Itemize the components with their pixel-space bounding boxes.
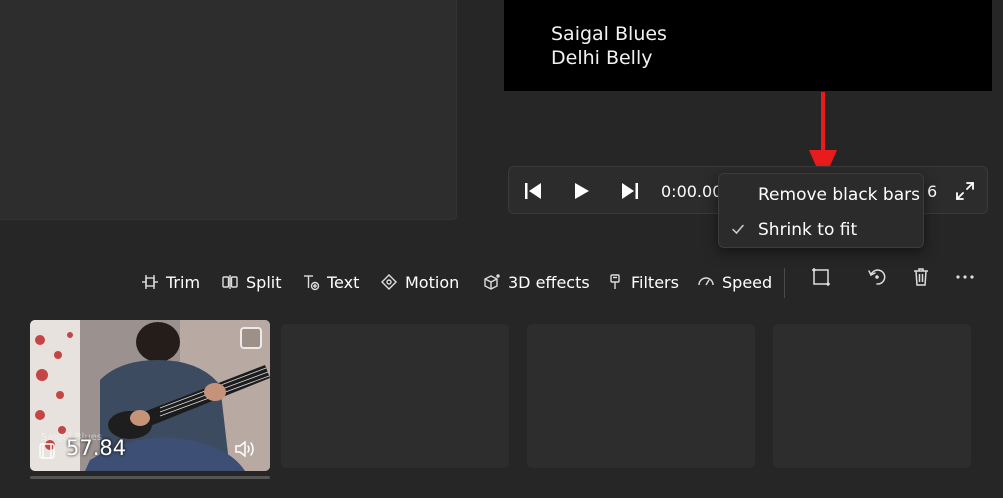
rotate-icon[interactable] xyxy=(866,266,888,288)
text-icon xyxy=(304,275,320,291)
motion-label: Motion xyxy=(405,272,460,292)
video-preview: Saigal Blues Delhi Belly xyxy=(504,0,992,91)
speed-label: Speed xyxy=(722,272,773,292)
3d-effects-label: 3D effects xyxy=(508,272,590,292)
trim-icon xyxy=(142,275,158,289)
end-time: 6 xyxy=(927,182,938,201)
skip-back-icon[interactable] xyxy=(521,179,545,203)
menu-item-remove-black-bars[interactable]: Remove black bars xyxy=(719,177,925,211)
filters-label: Filters xyxy=(631,272,679,292)
preview-title-text: Saigal Blues xyxy=(551,23,667,45)
empty-storyboard-slot[interactable] xyxy=(527,324,755,468)
skip-forward-icon[interactable] xyxy=(618,179,642,203)
split-button[interactable]: Split xyxy=(221,270,281,294)
filters-icon xyxy=(610,274,620,289)
fullscreen-icon[interactable] xyxy=(953,179,977,203)
editing-toolbar: Trim Split Text Motion 3D effects Filter… xyxy=(0,262,1003,302)
motion-icon xyxy=(381,274,397,290)
menu-item-label: Remove black bars xyxy=(758,185,920,205)
aspect-ratio-menu: Remove black bars Shrink to fit xyxy=(718,173,924,248)
motion-button[interactable]: Motion xyxy=(380,270,459,294)
clip-select-checkbox[interactable] xyxy=(240,327,262,349)
speed-icon xyxy=(698,277,714,286)
clip-progress-bar xyxy=(30,476,270,479)
current-time: 0:00.00 xyxy=(661,182,723,201)
text-button[interactable]: Text xyxy=(302,270,359,294)
filters-button[interactable]: Filters xyxy=(606,270,679,294)
project-library-panel xyxy=(0,0,457,220)
play-icon[interactable] xyxy=(569,179,593,203)
more-options-icon[interactable] xyxy=(954,266,976,288)
menu-item-shrink-to-fit[interactable]: Shrink to fit xyxy=(719,212,925,246)
editor-area: Saigal Blues Delhi Belly 0:00.00 6 Remov… xyxy=(0,0,1003,248)
checkmark-icon xyxy=(732,224,744,235)
empty-storyboard-slot[interactable] xyxy=(773,324,971,468)
toolbar-divider xyxy=(784,268,785,298)
preview-subtitle-text: Delhi Belly xyxy=(551,47,653,69)
crop-icon[interactable] xyxy=(810,266,832,288)
text-label: Text xyxy=(327,272,360,292)
speed-button[interactable]: Speed xyxy=(697,270,772,294)
split-icon xyxy=(222,275,238,289)
split-label: Split xyxy=(246,272,282,292)
trim-label: Trim xyxy=(166,272,201,292)
empty-storyboard-slot[interactable] xyxy=(281,324,509,468)
3d-effects-icon xyxy=(484,274,500,290)
3d-effects-button[interactable]: 3D effects xyxy=(483,270,590,294)
trim-button[interactable]: Trim xyxy=(141,270,200,294)
menu-item-label: Shrink to fit xyxy=(758,220,858,240)
delete-icon[interactable] xyxy=(910,266,932,288)
volume-icon[interactable] xyxy=(233,438,259,460)
clip-duration: 57.84 xyxy=(66,436,127,460)
film-icon xyxy=(39,443,55,459)
